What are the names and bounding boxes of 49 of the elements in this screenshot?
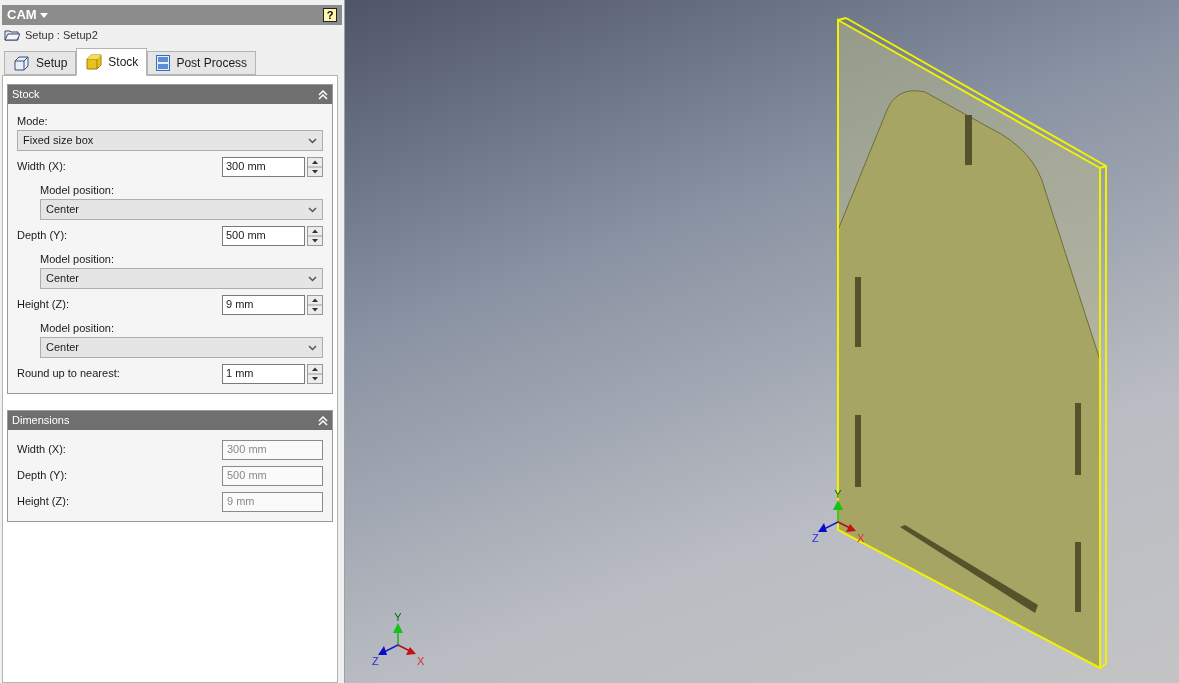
axis-triad-icon xyxy=(818,500,856,532)
tab[interactable]: Setup xyxy=(4,51,77,75)
input-field[interactable]: 1 mm xyxy=(222,363,305,384)
section-header[interactable]: Dimensions xyxy=(8,411,332,430)
field-label: Height (Z): xyxy=(17,494,69,510)
breadcrumb: Setup : Setup2 xyxy=(25,27,98,43)
section-header[interactable]: Stock xyxy=(8,85,332,104)
axis-triad-icon xyxy=(378,623,416,655)
field-label: Model position: xyxy=(40,252,115,265)
spin-buttons[interactable] xyxy=(307,156,323,177)
dropdown[interactable]: Center xyxy=(40,268,323,289)
help-button[interactable]: ? xyxy=(323,8,337,22)
field-label: Height (Z): xyxy=(17,297,69,313)
folder-icon xyxy=(4,29,20,41)
dropdown[interactable]: Center xyxy=(40,337,323,358)
field-label: Depth (Y): xyxy=(17,468,68,484)
input-field[interactable]: 9 mm xyxy=(222,294,305,315)
input-field: 9 mm xyxy=(222,491,323,512)
field-label: Depth (Y): xyxy=(17,228,68,244)
field-label: Mode: xyxy=(17,114,49,127)
field-label: Model position: xyxy=(40,321,115,334)
axis-label: X xyxy=(857,532,865,544)
field-label: Width (X): xyxy=(17,442,66,458)
input-field[interactable]: 300 mm xyxy=(222,156,305,177)
chevron-down-icon xyxy=(308,344,317,351)
input-field: 500 mm xyxy=(222,465,323,486)
chevron-down-icon xyxy=(308,206,317,213)
tab[interactable]: Post Process xyxy=(147,51,257,75)
spin-buttons[interactable] xyxy=(307,363,323,384)
cube-outline-icon xyxy=(13,55,30,71)
field-label: Round up to nearest: xyxy=(17,366,120,382)
gcode-icon xyxy=(156,55,171,71)
caret-icon xyxy=(39,12,48,18)
field-label: Width (X): xyxy=(17,159,66,175)
input-field: 300 mm xyxy=(222,439,323,460)
tab[interactable]: Stock xyxy=(76,48,148,76)
spin-buttons[interactable] xyxy=(307,225,323,246)
axis-label: Z xyxy=(812,532,819,544)
chevron-down-icon xyxy=(308,275,317,282)
axis-label: X xyxy=(417,655,425,667)
spin-buttons[interactable] xyxy=(307,294,323,315)
dropdown[interactable]: Center xyxy=(40,199,323,220)
solid-cube-icon xyxy=(85,54,103,70)
chevron-down-icon xyxy=(308,137,317,144)
input-field[interactable]: 500 mm xyxy=(222,225,305,246)
axis-label: Y xyxy=(394,611,402,623)
axis-label: Z xyxy=(372,655,379,667)
dropdown[interactable]: Fixed size box xyxy=(17,130,323,151)
field-label: Model position: xyxy=(40,183,115,196)
